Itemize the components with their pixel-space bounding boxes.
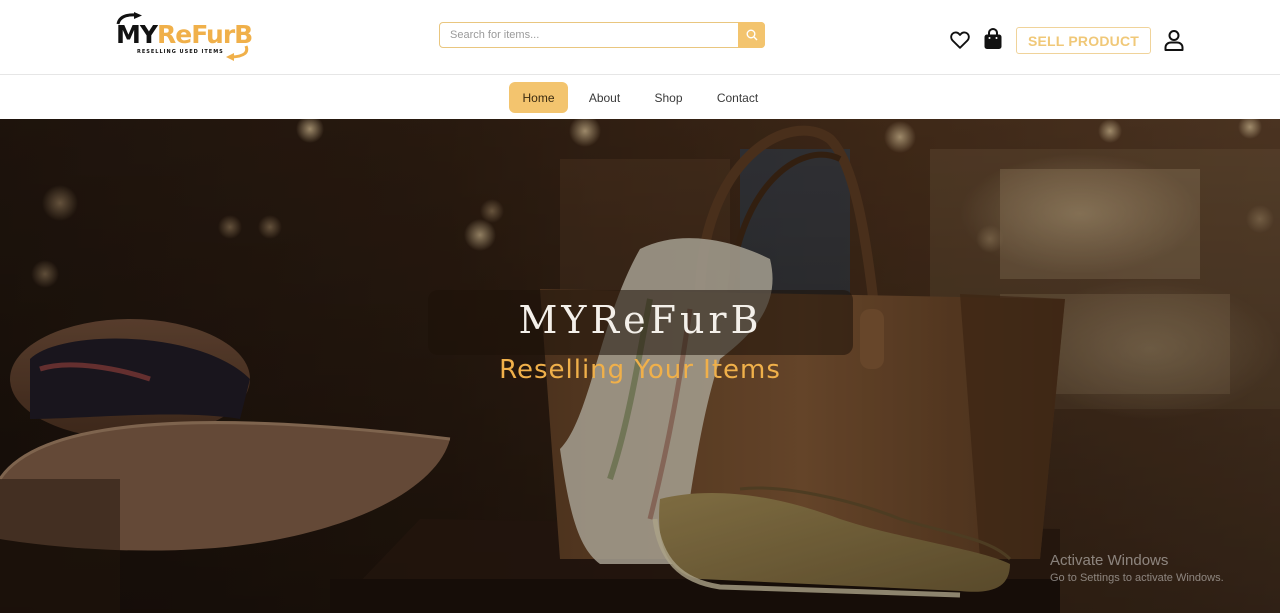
watermark-title: Activate Windows	[1050, 552, 1169, 569]
search-bar	[439, 22, 765, 48]
logo-arrow-return-icon	[226, 45, 249, 61]
nav-item-home[interactable]: Home	[509, 82, 568, 113]
nav-item-contact[interactable]: Contact	[708, 82, 767, 113]
site-header: MYReFurB RESELLING USED ITEMS SELL PRODU…	[0, 0, 1280, 75]
user-icon[interactable]	[1162, 28, 1186, 52]
hero-title: MYReFurB	[518, 298, 763, 342]
windows-activation-watermark: Activate Windows Go to Settings to activ…	[1050, 552, 1224, 587]
search-input[interactable]	[440, 23, 736, 47]
nav-item-shop[interactable]: Shop	[645, 82, 692, 113]
logo-tagline: RESELLING USED ITEMS	[137, 49, 224, 55]
search-icon	[746, 29, 757, 41]
hero-subtitle: Reselling Your Items	[499, 355, 781, 385]
nav-item-about[interactable]: About	[580, 82, 629, 113]
search-button[interactable]	[738, 22, 765, 48]
heart-icon[interactable]	[949, 29, 971, 51]
logo-text-my: MY	[116, 20, 158, 49]
watermark-subtitle: Go to Settings to activate Windows.	[1050, 572, 1224, 584]
main-nav: Home About Shop Contact	[0, 75, 1280, 119]
hero-banner: MYReFurB Reselling Your Items Activate W…	[0, 119, 1280, 613]
site-logo[interactable]: MYReFurB RESELLING USED ITEMS	[116, 12, 256, 64]
sell-product-button[interactable]: SELL PRODUCT	[1016, 27, 1151, 54]
shopping-bag-icon[interactable]	[983, 28, 1003, 50]
